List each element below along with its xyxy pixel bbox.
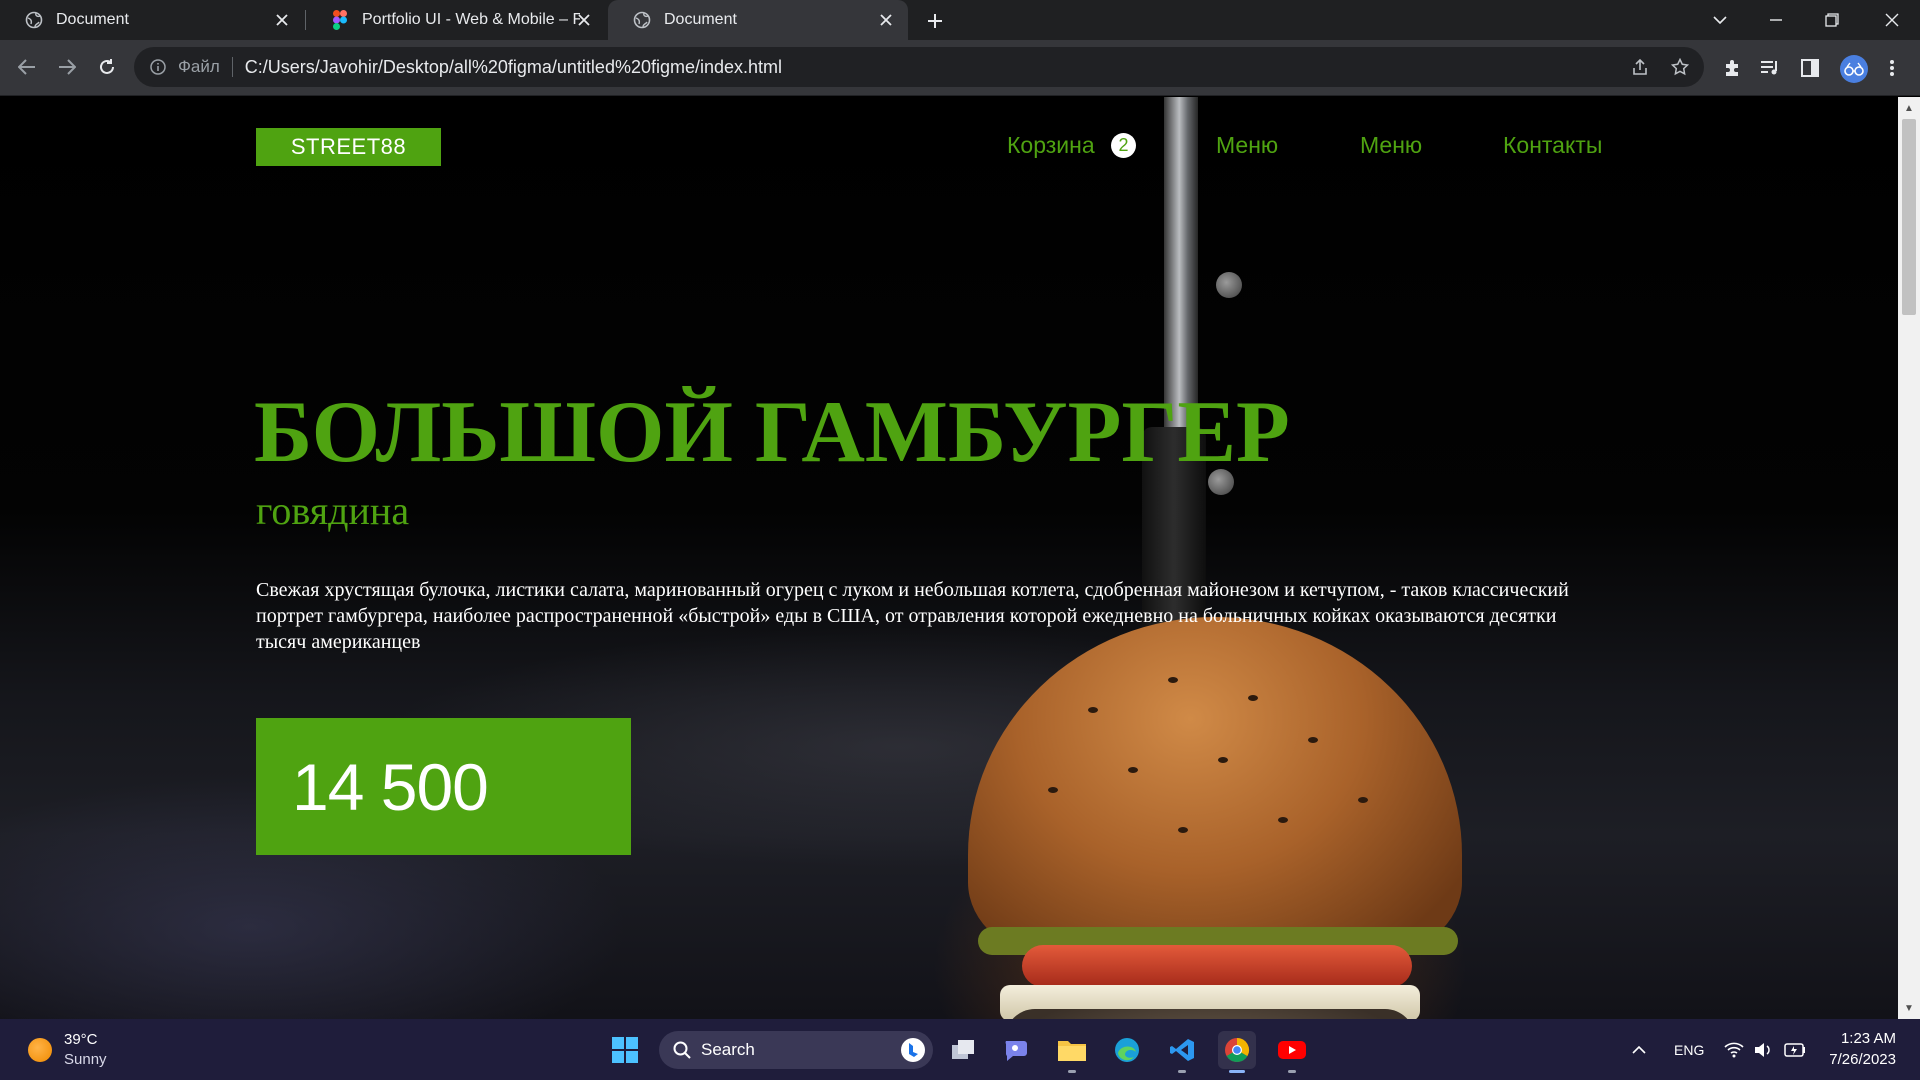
- browser-toolbar: Файл C:/Users/Javohir/Desktop/all%20figm…: [0, 40, 1920, 96]
- bing-icon: [901, 1038, 925, 1062]
- minimize-button[interactable]: [1748, 0, 1804, 40]
- back-button[interactable]: [10, 50, 44, 84]
- bookmark-star-icon[interactable]: [1670, 57, 1690, 77]
- sesame-seed: [1218, 757, 1228, 763]
- sesame-seed: [1308, 737, 1318, 743]
- price-button[interactable]: 14 500: [256, 718, 631, 855]
- info-icon[interactable]: [148, 57, 168, 77]
- burger-patty: [1005, 1009, 1415, 1019]
- knife-rivet: [1216, 272, 1242, 298]
- window-close-button[interactable]: [1864, 0, 1920, 40]
- sesame-seed: [1048, 787, 1058, 793]
- search-icon: [673, 1041, 691, 1059]
- tab-figma[interactable]: Portfolio UI - Web & Mobile – Fig: [306, 0, 606, 40]
- close-icon[interactable]: [574, 10, 594, 30]
- address-divider: [231, 57, 233, 77]
- globe-icon: [632, 10, 652, 30]
- volume-icon[interactable]: [1754, 1019, 1772, 1080]
- sesame-seed: [1278, 817, 1288, 823]
- clock-date[interactable]: 7/26/2023: [1818, 1051, 1896, 1068]
- globe-icon: [24, 10, 44, 30]
- new-tab-button[interactable]: [922, 8, 948, 34]
- scroll-up-arrow-icon[interactable]: ▲: [1898, 99, 1920, 117]
- close-icon[interactable]: [272, 10, 292, 30]
- tab-search-button[interactable]: [1692, 0, 1748, 40]
- sesame-seed: [1248, 695, 1258, 701]
- nav-contacts[interactable]: Контакты: [1503, 132, 1602, 159]
- running-indicator: [1068, 1070, 1076, 1073]
- tab-document-1[interactable]: Document: [0, 0, 304, 40]
- hero-subtitle: говядина: [256, 488, 410, 533]
- restore-button[interactable]: [1804, 0, 1860, 40]
- tab-strip: Document Portfolio UI - Web & Mobile – F…: [0, 0, 1920, 40]
- scroll-down-arrow-icon[interactable]: ▼: [1898, 999, 1920, 1017]
- tab-title: Portfolio UI - Web & Mobile – Fig: [362, 11, 580, 28]
- close-icon[interactable]: [876, 10, 896, 30]
- extensions-icon[interactable]: [1720, 56, 1744, 80]
- taskbar-search[interactable]: Search: [659, 1031, 933, 1069]
- share-icon[interactable]: [1630, 57, 1650, 77]
- hero-title: БОЛЬШОЙ ГАМБУРГЕР: [254, 384, 1290, 481]
- scheme-label: Файл: [178, 57, 220, 76]
- sesame-seed: [1168, 677, 1178, 683]
- nav-menu-2[interactable]: Меню: [1360, 132, 1422, 159]
- sun-icon: [28, 1038, 52, 1062]
- tray-overflow-icon[interactable]: [1632, 1019, 1646, 1080]
- running-indicator: [1288, 1070, 1296, 1073]
- tab-title: Document: [664, 11, 737, 28]
- chrome-icon[interactable]: [1218, 1031, 1256, 1073]
- cart-count-badge: 2: [1111, 133, 1136, 158]
- teams-chat-icon[interactable]: [998, 1031, 1036, 1069]
- task-view-icon[interactable]: [944, 1031, 982, 1069]
- input-language[interactable]: ENG: [1674, 1019, 1704, 1080]
- nav-menu-1[interactable]: Меню: [1216, 132, 1278, 159]
- media-controls-icon[interactable]: [1758, 56, 1782, 80]
- nav-cart[interactable]: Корзина: [1007, 132, 1095, 159]
- sesame-seed: [1088, 707, 1098, 713]
- site-logo[interactable]: STREET88: [256, 128, 441, 166]
- weather-temperature: 39°C: [64, 1031, 98, 1048]
- figma-icon: [330, 10, 350, 30]
- clock-time[interactable]: 1:23 AM: [1836, 1030, 1896, 1047]
- scroll-thumb[interactable]: [1902, 119, 1916, 315]
- youtube-icon[interactable]: [1273, 1031, 1311, 1073]
- start-button[interactable]: [606, 1031, 644, 1069]
- burger-bun: [968, 617, 1462, 957]
- wifi-icon[interactable]: [1724, 1019, 1744, 1080]
- vscode-icon[interactable]: [1163, 1031, 1201, 1073]
- page-viewport: STREET88 Корзина 2 Меню Меню Контакты БО…: [0, 97, 1898, 1019]
- burger-tomato: [1022, 945, 1412, 987]
- edge-icon[interactable]: [1108, 1031, 1146, 1069]
- side-panel-icon[interactable]: [1798, 56, 1822, 80]
- forward-button[interactable]: [50, 50, 84, 84]
- sesame-seed: [1128, 767, 1138, 773]
- profile-avatar[interactable]: [1840, 55, 1868, 83]
- address-bar[interactable]: Файл C:/Users/Javohir/Desktop/all%20figm…: [134, 47, 1704, 87]
- sesame-seed: [1178, 827, 1188, 833]
- url-text[interactable]: C:/Users/Javohir/Desktop/all%20figma/unt…: [245, 57, 782, 78]
- reload-button[interactable]: [90, 50, 124, 84]
- search-label: Search: [701, 1040, 755, 1059]
- page-scrollbar[interactable]: ▲ ▼: [1898, 97, 1920, 1019]
- price-value: 14 500: [292, 750, 489, 824]
- sesame-seed: [1358, 797, 1368, 803]
- running-indicator: [1178, 1070, 1186, 1073]
- weather-condition: Sunny: [64, 1051, 107, 1068]
- running-indicator: [1229, 1070, 1245, 1073]
- tab-document-active[interactable]: Document: [608, 0, 908, 40]
- file-explorer-icon[interactable]: [1053, 1031, 1091, 1073]
- tab-title: Document: [56, 11, 129, 28]
- chrome-menu-icon[interactable]: [1880, 56, 1904, 80]
- battery-icon[interactable]: [1784, 1019, 1806, 1080]
- windows-taskbar: 39°C Sunny Search ENG 1:23 AM 7/26/2023: [0, 1019, 1920, 1080]
- hero-description: Свежая хрустящая булочка, листики салата…: [256, 579, 1569, 653]
